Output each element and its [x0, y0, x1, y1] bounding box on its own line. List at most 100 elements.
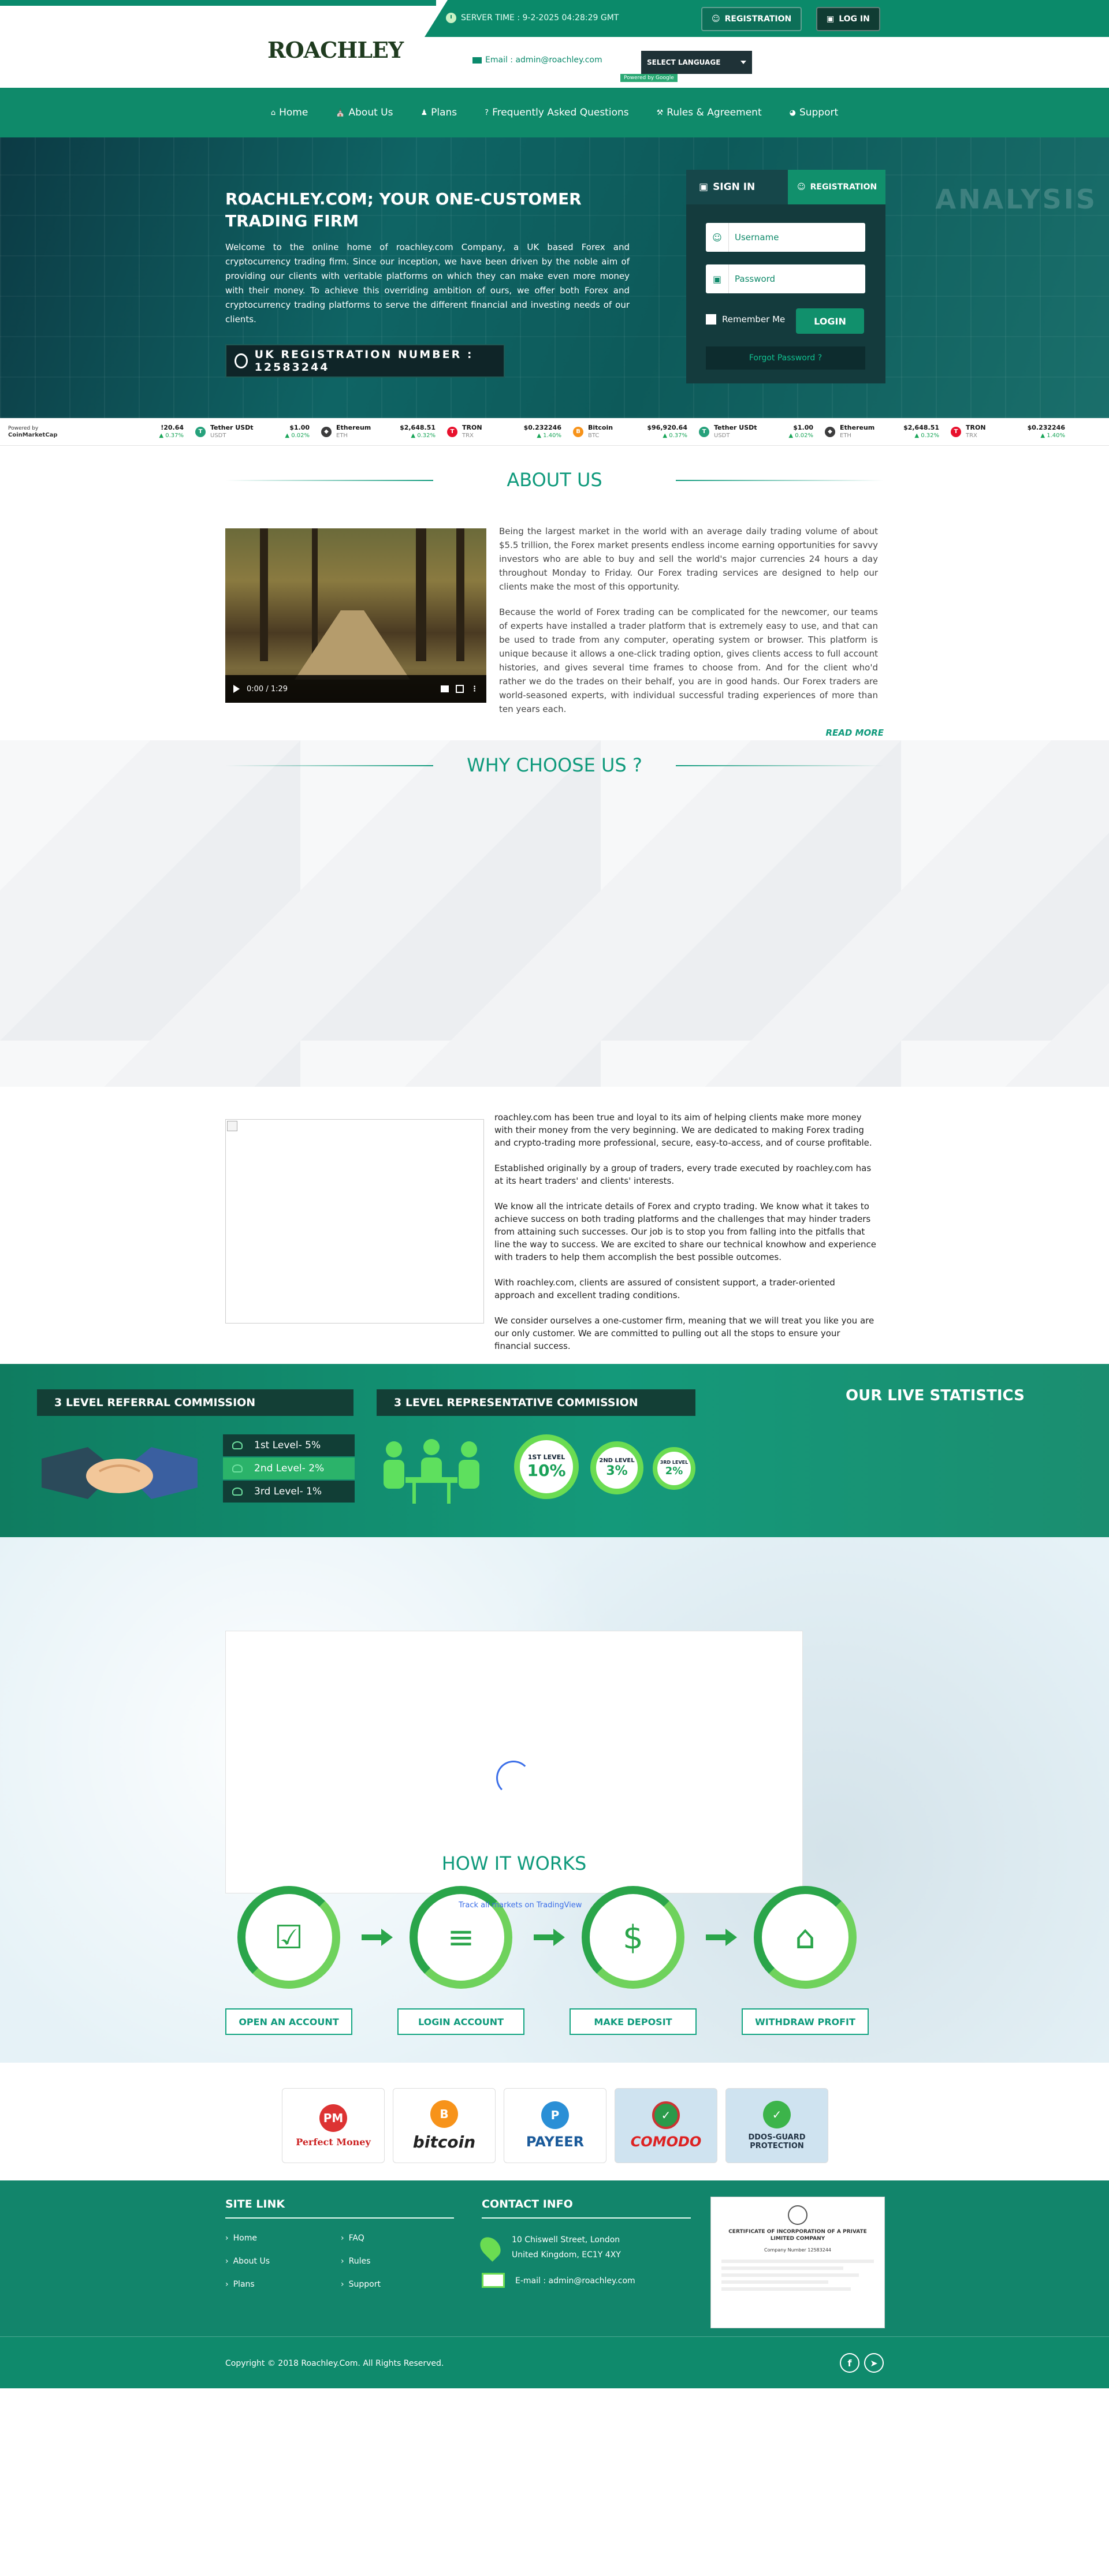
users-icon: ♟ — [420, 108, 428, 117]
contact-info-title: CONTACT INFO — [482, 2198, 573, 2210]
coin-price-block: $2,648.51 ▲ 0.32% — [903, 424, 939, 439]
ticker-brand[interactable]: Powered by CoinMarketCap — [0, 425, 64, 439]
username-input[interactable]: ☺ Username — [706, 223, 865, 252]
coin-change: ▲ 0.32% — [411, 433, 436, 439]
ticker-item[interactable]: T TRON TRX $0.232246 ▲ 1.40% — [945, 424, 1071, 439]
ticker-item[interactable]: !20.64 ▲ 0.37% — [64, 424, 189, 439]
site-link-title: SITE LINK — [225, 2198, 285, 2210]
cart-icon: ⌂ — [754, 1886, 857, 1989]
coin-name: TRON — [966, 424, 986, 431]
header-email[interactable]: Email : admin@roachley.com — [472, 55, 602, 65]
address-line: United Kingdom, EC1Y 4XY — [512, 2250, 621, 2260]
video-controls: 0:00 / 1:29 ⋮ — [225, 675, 486, 703]
ticker-item[interactable]: T TRON TRX $0.232246 ▲ 1.40% — [441, 424, 567, 439]
remember-me[interactable]: Remember Me — [706, 314, 785, 325]
nav-item-about[interactable]: ⛪ About Us — [336, 107, 393, 118]
footer-link-about[interactable]: About Us — [225, 2257, 270, 2266]
volume-icon[interactable] — [441, 685, 449, 692]
partner-name: bitcoin — [412, 2132, 476, 2152]
withdraw-profit-button[interactable]: WITHDRAW PROFIT — [742, 2008, 869, 2035]
footer-link-home[interactable]: Home — [225, 2234, 257, 2243]
login-submit-button[interactable]: LOGIN — [796, 308, 864, 334]
coin-name-block: Tether USDt USDT — [210, 424, 280, 439]
tab-registration-label: REGISTRATION — [810, 182, 877, 192]
read-more-link[interactable]: READ MORE — [825, 728, 884, 738]
nav-item-faq[interactable]: ? Frequently Asked Questions — [485, 107, 628, 118]
step-make-deposit: $ MAKE DEPOSIT — [570, 1886, 697, 2035]
tab-registration[interactable]: ☺ REGISTRATION — [788, 170, 885, 204]
facebook-icon[interactable]: f — [840, 2353, 859, 2373]
coin-price-block: $96,920.64 ▲ 0.37% — [647, 424, 687, 439]
server-time-text: SERVER TIME : 9-2-2025 04:28:29 GMT — [461, 13, 619, 23]
coin-icon: T — [951, 426, 961, 437]
ticker-item[interactable]: T Tether USDt USDT $1.00 ▲ 0.02% — [693, 424, 819, 439]
ticker-item[interactable]: T Tether USDt USDT $1.00 ▲ 0.02% — [189, 424, 315, 439]
incorporation-certificate[interactable]: CERTIFICATE OF INCORPORATION OF A PRIVAT… — [710, 2197, 885, 2328]
coin-change: ▲ 0.37% — [663, 433, 687, 439]
live-statistics-title: OUR LIVE STATISTICS — [846, 1387, 1025, 1404]
footer: SITE LINK Home FAQ About Us Rules Plans … — [0, 2180, 1109, 2336]
mail-icon — [482, 2273, 505, 2288]
hero-section: ANALYSIS ROACHLEY.COM; YOUR ONE-CUSTOMER… — [0, 137, 1109, 418]
language-select-label: SELECT LANGUAGE — [647, 58, 721, 66]
nav-item-rules[interactable]: ⚒ Rules & Agreement — [657, 107, 762, 118]
coin-name-block: Ethereum ETH — [840, 424, 899, 439]
language-select[interactable]: SELECT LANGUAGE — [641, 51, 752, 74]
partner-perfect-money: PM Perfect Money — [282, 2088, 385, 2163]
footer-link-plans[interactable]: Plans — [225, 2280, 255, 2289]
translate-tag: Powered by Google — [620, 74, 678, 82]
telegram-icon[interactable]: ➤ — [864, 2353, 884, 2373]
about-paragraph: Being the largest market in the world wi… — [499, 526, 878, 592]
coin-change: ▲ 1.40% — [537, 433, 561, 439]
login-button[interactable]: ▣ LOG IN — [816, 7, 880, 31]
forgot-password-link[interactable]: Forgot Password ? — [706, 346, 865, 370]
representative-title: 3 LEVEL REPRESENTATIVE COMMISSION — [377, 1389, 695, 1416]
coin-name-block: Ethereum ETH — [336, 424, 395, 439]
remember-checkbox[interactable] — [706, 314, 716, 325]
about-video[interactable]: 0:00 / 1:29 ⋮ — [225, 528, 486, 703]
address-line: 10 Chiswell Street, London — [512, 2235, 620, 2245]
ticker-item[interactable]: ◆ Ethereum ETH $2,648.51 ▲ 0.32% — [315, 424, 441, 439]
registration-button[interactable]: ☺ REGISTRATION — [701, 7, 802, 31]
header-email-text: Email : admin@roachley.com — [485, 55, 602, 65]
play-icon[interactable] — [233, 685, 240, 693]
envelope-icon — [472, 57, 482, 64]
ticker-item[interactable]: ◆ Ethereum ETH $2,648.51 ▲ 0.32% — [819, 424, 945, 439]
perfect-money-logo-icon: PM — [319, 2104, 347, 2132]
open-account-button[interactable]: OPEN AN ACCOUNT — [225, 2008, 352, 2035]
login-account-button[interactable]: LOGIN ACCOUNT — [397, 2008, 524, 2035]
about-title: ABOUT US — [225, 469, 884, 491]
nav-label: Rules & Agreement — [667, 107, 762, 118]
coin-price: $0.232246 — [523, 424, 561, 431]
more-options-icon[interactable]: ⋮ — [471, 685, 478, 694]
ring-label: 1ST LEVEL — [527, 1453, 565, 1461]
ticker-item[interactable]: B Bitcoin BTC $96,920.64 ▲ 0.37% — [567, 424, 693, 439]
user-plus-icon: ☺ — [712, 14, 720, 24]
tab-sign-in[interactable]: ▣ SIGN IN — [686, 170, 788, 204]
payeer-logo-icon: P — [541, 2101, 569, 2129]
main-nav: ⌂ Home ⛪ About Us ♟ Plans ? Frequently Asked… — [0, 88, 1109, 137]
referral-level-3: 3rd Level- 1% — [223, 1481, 355, 1503]
nav-item-support[interactable]: ◕ Support — [790, 107, 839, 118]
fullscreen-icon[interactable] — [456, 685, 464, 693]
password-input[interactable]: ▣ Password — [706, 264, 865, 293]
ticker-brand-small: Powered by — [8, 425, 39, 431]
footer-link-faq[interactable]: FAQ — [341, 2234, 364, 2243]
make-deposit-button[interactable]: MAKE DEPOSIT — [570, 2008, 697, 2035]
referral-level-2: 2nd Level- 2% — [223, 1457, 355, 1479]
user-icon: ☺ — [706, 223, 729, 252]
nav-item-home[interactable]: ⌂ Home — [271, 107, 308, 118]
footer-link-rules[interactable]: Rules — [341, 2257, 371, 2266]
ticker-brand-name: CoinMarketCap — [8, 431, 58, 438]
site-logo[interactable]: ROACHLEY — [267, 37, 404, 63]
ring-label: 3RD LEVEL — [660, 1460, 689, 1465]
ring-label: 2ND LEVEL — [599, 1457, 635, 1464]
footer-divider — [225, 2217, 454, 2219]
coin-symbol: ETH — [336, 433, 348, 439]
tradingview-link[interactable]: Track all markets on TradingView — [459, 1901, 582, 1910]
footer-link-support[interactable]: Support — [341, 2280, 381, 2289]
about-section: ABOUT US 0:00 / 1:29 ⋮ Being the largest… — [0, 446, 1109, 740]
contact-email[interactable]: E-mail : admin@roachley.com — [515, 2276, 635, 2286]
nav-item-plans[interactable]: ♟ Plans — [420, 107, 457, 118]
nav-label: Frequently Asked Questions — [492, 107, 629, 118]
